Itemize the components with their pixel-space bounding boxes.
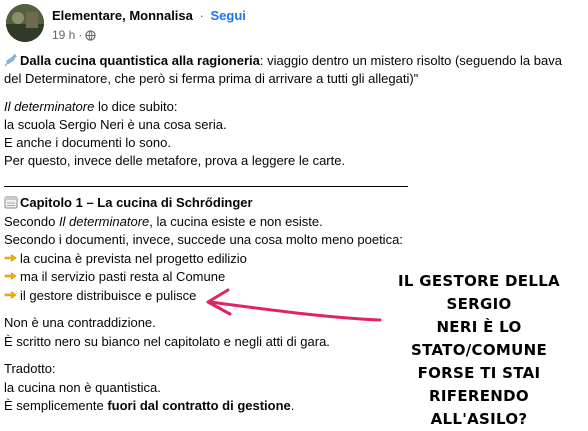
annotation-line-3: FORSE TI STAI RIFERENDO (417, 364, 541, 405)
post-header: Elementare, Monnalisa · Segui 19 h · (6, 4, 576, 44)
intro-line-1: Il determinatore lo dice subito: (4, 98, 582, 116)
intro-italic: Il determinatore (4, 99, 95, 114)
annotation-arrow (206, 288, 382, 322)
pointing-hand-icon (4, 288, 18, 302)
post-body: Dalla cucina quantistica alla ragioneria… (4, 52, 582, 170)
intro-line-1-rest: lo dice subito: (94, 99, 178, 114)
chapter-title-text: Capitolo 1 – La cucina di Schrődinger (20, 195, 253, 210)
intro-line-4: Per questo, invece delle metafore, prova… (4, 153, 346, 168)
pointing-hand-icon (4, 251, 18, 265)
chapter-line-7-pre: È semplicemente (4, 398, 108, 413)
chapter-line-7-post: . (290, 398, 295, 413)
author-name[interactable]: Elementare, Monnalisa (52, 8, 193, 23)
separator-dot: · (199, 8, 204, 23)
chapter-title: Capitolo 1 – La cucina di Schrődinger (4, 194, 574, 213)
chapter-line-1: Secondo Il determinatore, la cucina esis… (4, 213, 574, 232)
post-title: Dalla cucina quantistica alla ragioneria… (4, 52, 582, 88)
title-bold: Dalla cucina quantistica alla ragioneria (20, 53, 260, 68)
divider (4, 186, 408, 187)
bullet-1: la cucina è prevista nel progetto ediliz… (4, 250, 574, 269)
bullet-3-text: il gestore distribuisce e pulisce (20, 287, 197, 303)
pointing-hand-icon (4, 269, 18, 283)
chapter-line-1-italic: Il determinatore (58, 213, 150, 229)
globe-icon (85, 29, 97, 41)
annotation-text: IL GESTORE DELLA SERGIO NERI È LO STATO/… (372, 270, 586, 431)
calendar-icon (4, 195, 18, 209)
bullet-1-text: la cucina è prevista nel progetto ediliz… (20, 250, 247, 266)
chapter-line-7-bold: fuori dal contratto di gestione (107, 398, 291, 413)
meta-separator: · (78, 28, 83, 42)
avatar[interactable] (6, 4, 44, 42)
chapter-line-2: Secondo i documenti, invece, succede una… (4, 232, 403, 247)
chapter-line-1-post: , la cucina esiste e non esiste. (149, 213, 323, 229)
annotation-line-1: IL GESTORE DELLA SERGIO (398, 272, 560, 313)
chapter-line-1-pre: Secondo (4, 213, 59, 229)
intro-line-2: la scuola Sergio Neri è una cosa seria. (4, 117, 227, 132)
syringe-emoji (4, 53, 18, 67)
intro-line-3: E anche i documenti lo sono. (4, 135, 171, 150)
post-time[interactable]: 19 h (52, 28, 75, 42)
post-meta: 19 h · (52, 28, 97, 42)
annotation-line-2: NERI È LO STATO/COMUNE (410, 318, 548, 359)
author-line: Elementare, Monnalisa · Segui (52, 8, 246, 23)
follow-button[interactable]: Segui (210, 8, 245, 23)
bullet-2-text: ma il servizio pasti resta al Comune (20, 269, 226, 284)
